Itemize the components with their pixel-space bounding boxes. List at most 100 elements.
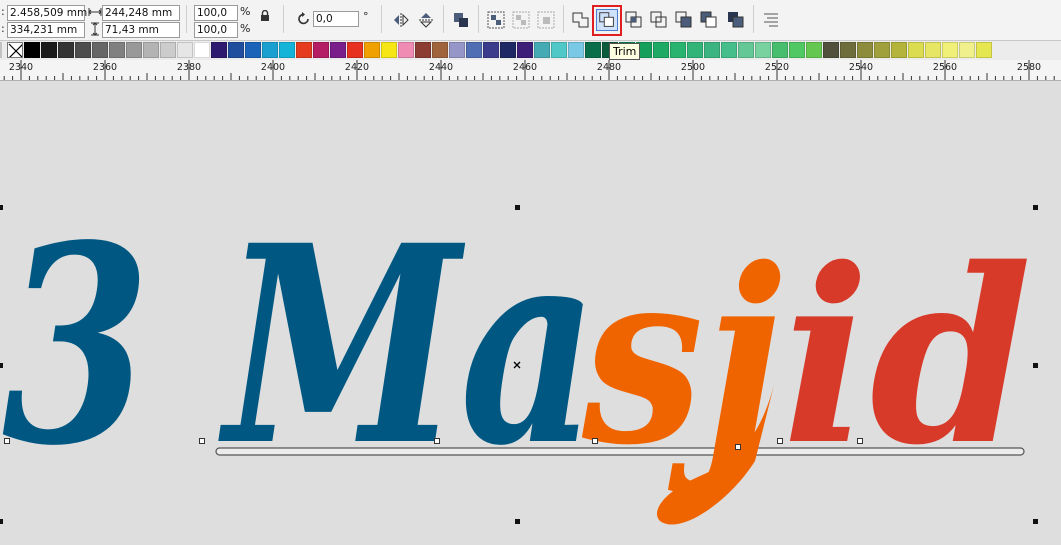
color-swatch[interactable] [738,42,754,58]
lock-ratio-icon[interactable] [260,10,270,22]
selection-handle-bottom-left[interactable] [0,519,3,524]
color-swatch[interactable] [721,42,737,58]
ruler-label: 2520 [764,62,790,73]
color-swatch[interactable] [789,42,805,58]
weld-icon[interactable] [570,9,592,31]
ruler-label: 2420 [344,62,370,73]
color-swatch[interactable] [687,42,703,58]
color-swatch[interactable] [58,42,74,58]
color-swatch[interactable] [92,42,108,58]
color-swatch[interactable] [160,42,176,58]
simplify-icon[interactable] [648,9,670,31]
drawing-canvas[interactable]: 3 Ma sj id [0,81,1061,545]
color-swatch[interactable] [330,42,346,58]
width-field[interactable]: 244,248 mm [102,5,180,21]
color-swatch[interactable] [143,42,159,58]
color-swatch[interactable] [262,42,278,58]
path-node[interactable] [434,438,440,444]
text-id[interactable]: id [782,216,1032,498]
color-swatch[interactable] [228,42,244,58]
color-swatch[interactable] [449,42,465,58]
color-swatch[interactable] [279,42,295,58]
color-swatch[interactable] [109,42,125,58]
color-swatch[interactable] [585,42,601,58]
group-icon[interactable] [485,9,507,31]
selection-handle-top-right[interactable] [1033,205,1038,210]
combine-icon[interactable] [450,9,472,31]
color-swatch[interactable] [823,42,839,58]
selection-handle-bottom-right[interactable] [1033,519,1038,524]
color-swatch[interactable] [755,42,771,58]
front-minus-back-icon[interactable] [673,9,695,31]
color-swatch[interactable] [517,42,533,58]
ungroup-all-icon[interactable] [535,9,557,31]
height-field[interactable]: 71,43 mm [102,22,180,38]
mirror-vertical-icon[interactable] [415,9,437,31]
color-swatch[interactable] [908,42,924,58]
scale-y-field[interactable]: 100,0 [194,22,238,38]
color-swatch[interactable] [24,42,40,58]
text-3-ma[interactable]: 3 Ma [2,187,598,506]
color-swatch[interactable] [466,42,482,58]
scale-x-field[interactable]: 100,0 [194,5,238,21]
color-swatch[interactable] [500,42,516,58]
color-swatch[interactable] [313,42,329,58]
color-swatch[interactable] [925,42,941,58]
height-icon [91,22,99,36]
color-swatch[interactable] [551,42,567,58]
color-swatch[interactable] [398,42,414,58]
path-node[interactable] [199,438,205,444]
color-swatch[interactable] [381,42,397,58]
color-swatch[interactable] [177,42,193,58]
percent-label-y: % [240,22,251,35]
color-swatch[interactable] [245,42,261,58]
intersect-icon[interactable] [623,9,645,31]
color-swatch[interactable] [534,42,550,58]
color-swatch[interactable] [653,42,669,58]
path-node[interactable] [592,438,598,444]
create-boundary-icon[interactable] [725,9,747,31]
path-node[interactable] [735,444,741,450]
path-node[interactable] [4,438,10,444]
color-swatch[interactable] [772,42,788,58]
ungroup-icon[interactable] [510,9,532,31]
y-position-field[interactable]: 334,231 mm [7,22,85,38]
color-swatch[interactable] [432,42,448,58]
color-swatch[interactable] [891,42,907,58]
align-distribute-icon[interactable] [760,9,782,31]
color-swatch[interactable] [364,42,380,58]
color-swatch[interactable] [126,42,142,58]
selection-handle-top-left[interactable] [0,205,3,210]
path-node[interactable] [857,438,863,444]
color-swatch[interactable] [959,42,975,58]
selection-handle-top[interactable] [515,205,520,210]
color-swatch[interactable] [194,42,210,58]
horizontal-ruler[interactable]: 2340 2360 2380 2400 2420 2440 2460 2480 2500 2520… [0,60,1061,81]
color-swatch[interactable] [296,42,312,58]
color-swatch[interactable] [840,42,856,58]
color-swatch[interactable] [415,42,431,58]
color-swatch[interactable] [976,42,992,58]
color-swatch[interactable] [942,42,958,58]
rotation-field[interactable]: 0,0 [313,11,359,27]
color-swatch[interactable] [857,42,873,58]
color-swatch[interactable] [41,42,57,58]
color-swatch[interactable] [806,42,822,58]
selection-handle-left[interactable] [0,363,3,368]
color-swatch[interactable] [704,42,720,58]
palette-scroll-left-icon[interactable] [0,42,6,58]
color-swatch[interactable] [347,42,363,58]
path-node[interactable] [777,438,783,444]
color-swatch[interactable] [211,42,227,58]
back-minus-front-icon[interactable] [698,9,720,31]
selection-handle-bottom[interactable] [515,519,520,524]
mirror-horizontal-icon[interactable] [390,9,412,31]
color-swatch[interactable] [75,42,91,58]
selection-handle-right[interactable] [1033,363,1038,368]
color-swatch[interactable] [874,42,890,58]
x-position-field[interactable]: 2.458,509 mm [7,5,87,21]
color-swatch[interactable] [568,42,584,58]
color-swatch[interactable] [670,42,686,58]
no-color-swatch-icon[interactable] [7,42,23,58]
color-swatch[interactable] [483,42,499,58]
